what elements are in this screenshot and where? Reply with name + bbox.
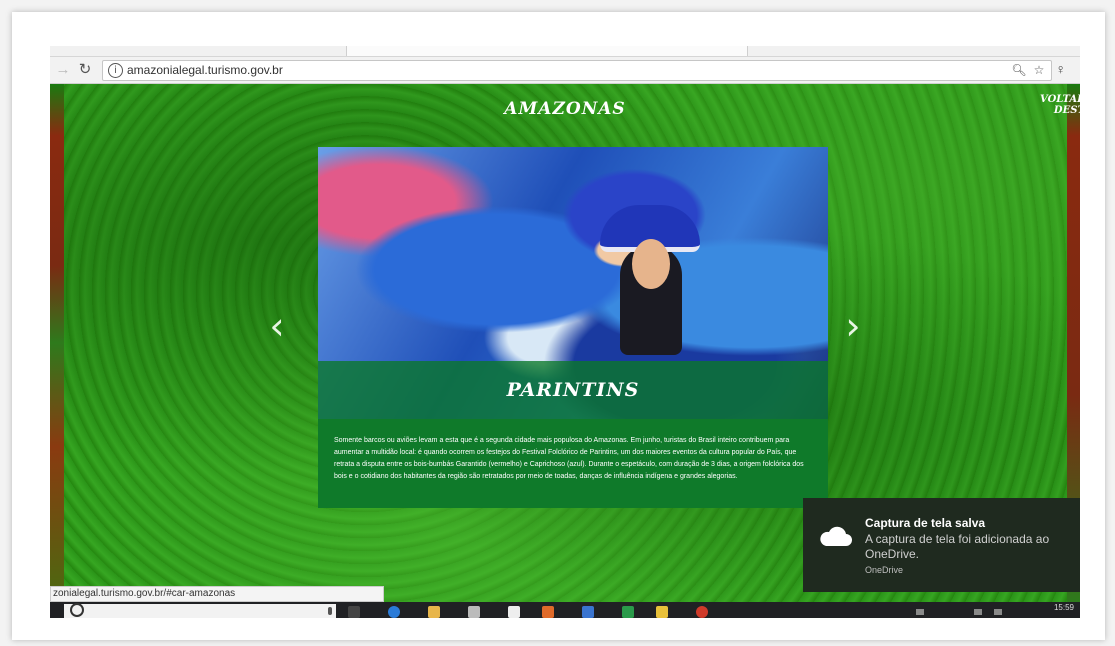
photo-face [632,239,670,289]
reload-icon: ↻ [78,61,92,78]
arrow-left-icon: → [55,61,71,78]
toast-app-name: OneDrive [865,565,904,575]
store-icon[interactable] [468,606,480,618]
carousel-prev-button[interactable]: ‹ [262,306,292,346]
tray-icon[interactable] [974,609,982,615]
card-description: Somente barcos ou aviões levam a esta qu… [318,419,828,508]
destination-card[interactable]: PARINTINS Somente barcos ou aviões levam… [318,147,828,508]
tray-icon[interactable] [916,609,924,615]
status-bar-url: zonialegal.turismo.gov.br/#car-amazonas [50,586,384,602]
reload-button[interactable]: ↻ [76,61,94,79]
zoom-icon[interactable]: 🔍︎ [1011,63,1027,77]
browser-tab[interactable] [346,46,748,56]
edge-icon[interactable] [388,606,400,618]
back-button[interactable]: → [54,61,72,79]
chevron-left-icon: ‹ [269,304,285,348]
sticky-notes-icon[interactable] [656,606,668,618]
folder-icon[interactable] [428,606,440,618]
taskbar-search[interactable] [64,603,336,618]
tray-icon[interactable] [994,609,1002,615]
background-edge-left [50,84,64,602]
toast-title: Captura de tela salva [865,516,986,530]
toast-body: A captura de tela foi adicionada ao OneD… [865,532,1050,561]
search-icon [70,603,84,617]
url-text: amazonialegal.turismo.gov.br [127,63,283,77]
chevron-right-icon: › [845,304,861,348]
star-icon[interactable]: ☆ [1031,63,1047,77]
address-bar[interactable]: i amazonialegal.turismo.gov.br 🔍︎ ☆ [102,60,1052,81]
carousel-next-button[interactable]: › [838,306,868,346]
extension-icon[interactable]: ♀ [1056,61,1067,77]
back-to-destinations-link[interactable]: VOLTAR PA DESTI [1040,94,1080,116]
word-icon[interactable] [582,606,594,618]
excel-icon[interactable] [622,606,634,618]
windows-taskbar: 15:59 [50,602,1080,618]
tab-strip [50,46,1080,57]
chrome-icon[interactable] [696,606,708,618]
powerpoint-icon[interactable] [542,606,554,618]
card-label: PARINTINS [318,361,828,419]
browser-toolbar: → ↻ i amazonialegal.turismo.gov.br 🔍︎ ☆ … [50,57,1080,84]
info-icon[interactable]: i [108,63,123,78]
mic-icon[interactable] [328,607,332,615]
task-view-icon[interactable] [348,606,360,618]
taskbar-clock[interactable]: 15:59 [1054,603,1074,612]
cloud-icon [820,526,852,546]
mail-icon[interactable] [508,606,520,618]
page-title: AMAZONAS [504,99,626,119]
card-label-text: PARINTINS [506,379,640,401]
onedrive-toast[interactable]: Captura de tela salva A captura de tela … [803,498,1080,592]
